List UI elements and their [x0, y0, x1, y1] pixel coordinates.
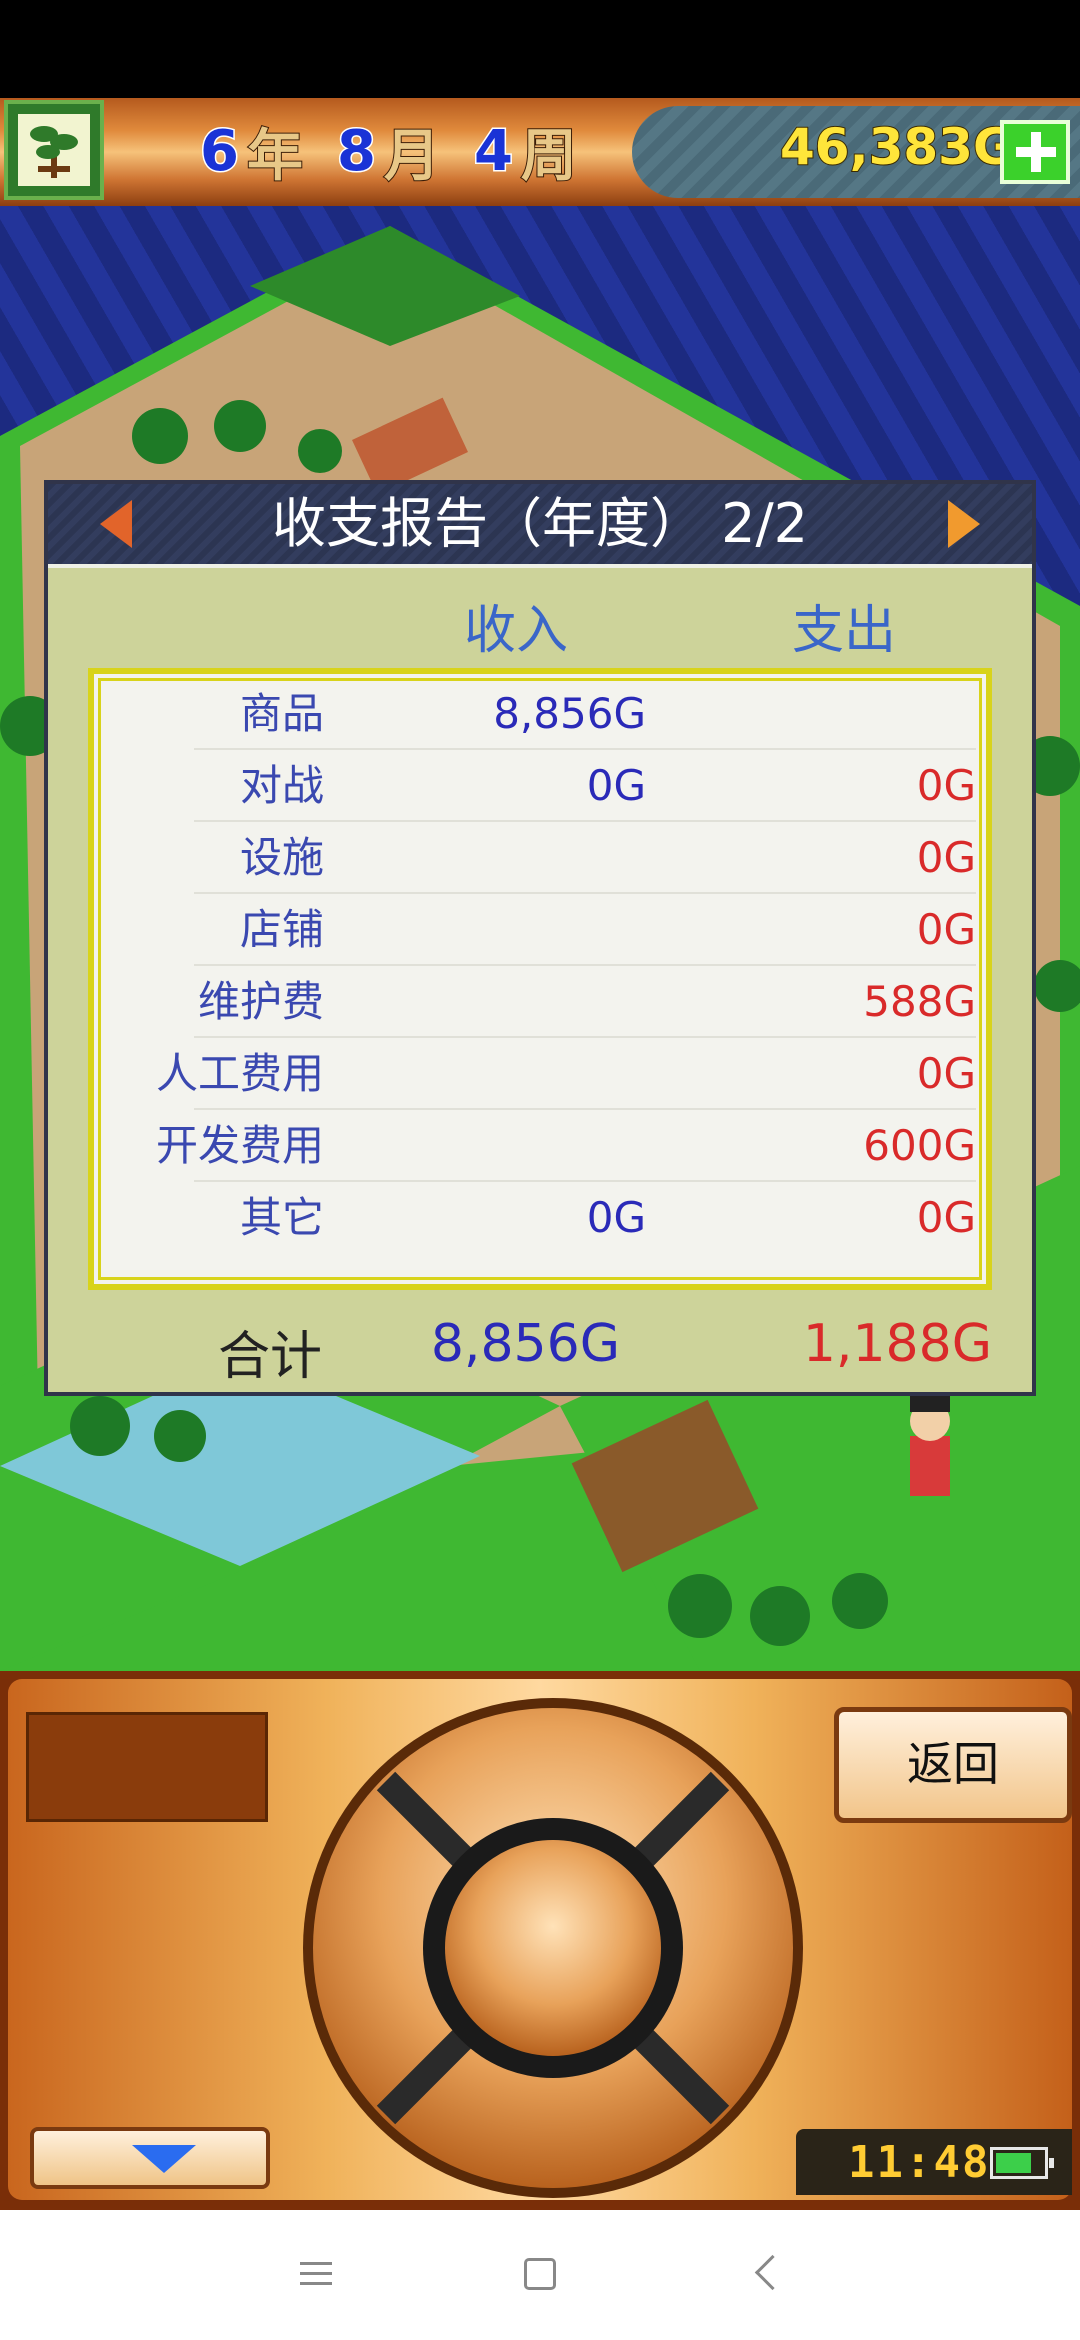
- row-label: 商品: [239, 689, 324, 738]
- month-number: 8: [335, 117, 377, 185]
- battery-icon: [990, 2147, 1054, 2179]
- expense-column-header: 支出: [792, 601, 897, 661]
- row-label: 维护费: [197, 977, 324, 1026]
- total-expense: 1,188G: [802, 1314, 992, 1374]
- table-row: 店铺 0G: [94, 894, 986, 966]
- clock: 11:48: [848, 2137, 991, 2188]
- row-expense: 0G: [916, 1049, 976, 1098]
- game-date: 6 年 8 月 4 周: [199, 116, 603, 190]
- row-expense: 0G: [916, 833, 976, 882]
- table-row: 商品 8,856G: [94, 678, 986, 750]
- table-row: 对战 0G 0G: [94, 750, 986, 822]
- row-income: 8,856G: [493, 689, 646, 738]
- row-label: 店铺: [239, 905, 324, 954]
- income-column-header: 收入: [464, 601, 569, 661]
- table-row: 人工费用 0G: [94, 1038, 986, 1110]
- down-button[interactable]: [30, 2127, 270, 2189]
- arrow-down-icon: [132, 2145, 196, 2173]
- month-unit: 月: [383, 123, 441, 190]
- week-unit: 周: [520, 123, 578, 190]
- table-row: 开发费用 600G: [94, 1110, 986, 1182]
- back-button[interactable]: 返回: [834, 1707, 1072, 1823]
- dpad[interactable]: [298, 1693, 808, 2203]
- row-income: 0G: [586, 761, 646, 810]
- year-unit: 年: [246, 123, 304, 190]
- bonsai-menu-button[interactable]: [4, 100, 104, 200]
- money-amount: 46,383G: [779, 117, 1015, 177]
- row-label: 开发费用: [155, 1121, 324, 1170]
- home-icon[interactable]: [524, 2258, 556, 2290]
- row-label: 设施: [239, 833, 324, 882]
- total-label: 合计: [218, 1327, 323, 1387]
- row-expense: 588G: [863, 977, 976, 1026]
- back-icon[interactable]: [754, 2254, 791, 2291]
- dialog-header: 收支报告（年度） 2/2: [48, 484, 1032, 568]
- status-bar: [0, 0, 1080, 98]
- plus-icon[interactable]: [1000, 120, 1070, 184]
- control-panel: 返回 11:48: [0, 1671, 1080, 2210]
- row-income: 0G: [586, 1193, 646, 1242]
- arrow-right-icon[interactable]: [948, 500, 980, 548]
- table-row: 设施 0G: [94, 822, 986, 894]
- system-nav-bar: [0, 2210, 1080, 2340]
- row-expense: 0G: [916, 905, 976, 954]
- menu-icon[interactable]: [300, 2260, 332, 2288]
- table-row: 其它 0G 0G: [94, 1182, 986, 1254]
- empty-slot: [26, 1712, 268, 1822]
- table-row: 维护费 588G: [94, 966, 986, 1038]
- week-number: 4: [472, 117, 514, 185]
- battery-level: [996, 2153, 1031, 2173]
- income-expense-report-dialog: 收支报告（年度） 2/2 收入 支出 商品 8,856G 对战 0G 0G 设施…: [44, 480, 1036, 1396]
- year-number: 6: [199, 117, 241, 185]
- total-income: 8,856G: [430, 1314, 620, 1374]
- row-label: 对战: [239, 761, 324, 810]
- row-expense: 0G: [916, 1193, 976, 1242]
- row-label: 人工费用: [155, 1049, 324, 1098]
- row-expense: 0G: [916, 761, 976, 810]
- report-table: 商品 8,856G 对战 0G 0G 设施 0G 店铺 0G 维护费 588G: [88, 668, 992, 1290]
- row-expense: 600G: [863, 1121, 976, 1170]
- bonsai-tree-icon: [18, 114, 90, 186]
- row-label: 其它: [239, 1193, 324, 1242]
- report-title: 收支报告（年度） 2/2: [271, 492, 809, 555]
- control-panel-inner: 返回: [8, 1679, 1072, 2200]
